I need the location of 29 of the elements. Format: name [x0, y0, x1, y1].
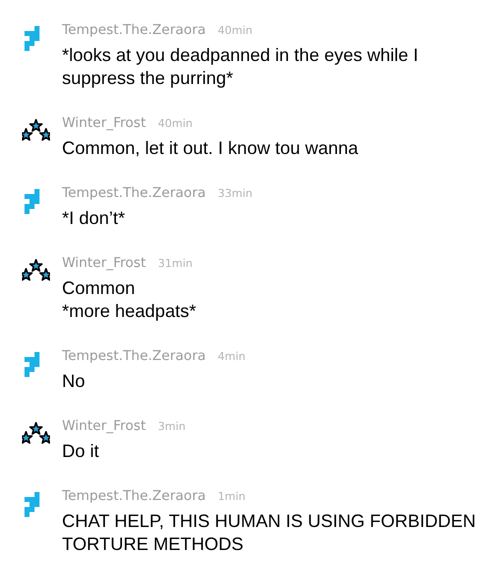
message-text: *looks at you deadpanned in the eyes while I suppress the purring*: [62, 44, 420, 90]
message-text: Common: [62, 277, 136, 300]
timestamp: 1min: [218, 490, 246, 503]
username[interactable]: Winter_Frost: [62, 418, 146, 434]
username[interactable]: Tempest.The.Zeraora: [62, 488, 206, 504]
username[interactable]: Winter_Frost: [62, 255, 146, 271]
message-text: *I don’t*: [62, 207, 126, 230]
message-text: *more headpats*: [62, 300, 198, 323]
message-text: CHAT HELP, THIS HUMAN IS USING FORBIDDEN TORTURE METHODS: [62, 510, 477, 556]
username[interactable]: Tempest.The.Zeraora: [62, 185, 206, 201]
stars-avatar-icon: [22, 422, 50, 446]
timestamp: 3min: [158, 420, 186, 433]
message-text: Do it: [62, 440, 100, 463]
timestamp: 40min: [218, 24, 253, 37]
pixel-avatar-icon: [22, 352, 42, 377]
timestamp: 31min: [158, 257, 193, 270]
pixel-avatar-icon: [22, 26, 42, 51]
timestamp: 4min: [218, 350, 246, 363]
pixel-avatar-icon: [22, 189, 42, 214]
username[interactable]: Tempest.The.Zeraora: [62, 22, 206, 38]
username[interactable]: Tempest.The.Zeraora: [62, 348, 206, 364]
message-text: Common, let it out. I know tou wanna: [62, 137, 360, 160]
pixel-avatar-icon: [22, 492, 42, 517]
timestamp: 40min: [158, 117, 193, 130]
stars-avatar-icon: [22, 259, 50, 283]
message-text: No: [62, 370, 86, 393]
timestamp: 33min: [218, 187, 253, 200]
stars-avatar-icon: [22, 119, 50, 143]
username[interactable]: Winter_Frost: [62, 115, 146, 131]
